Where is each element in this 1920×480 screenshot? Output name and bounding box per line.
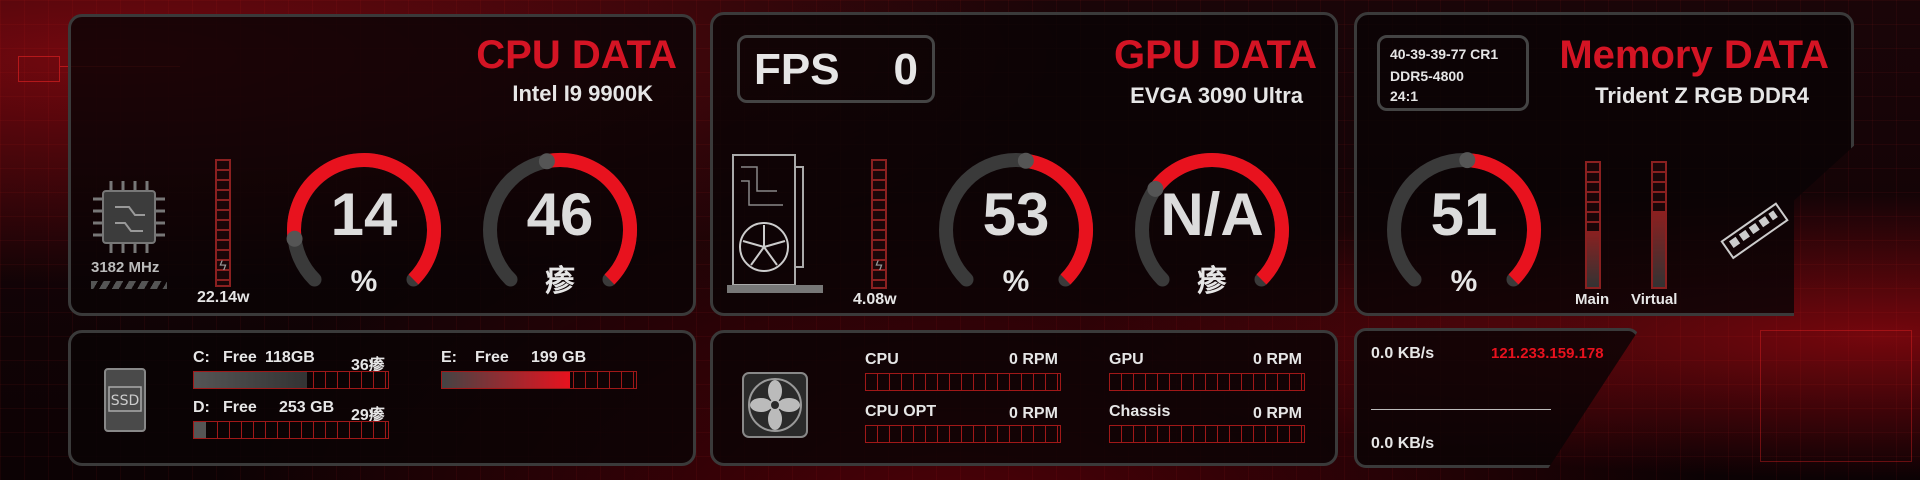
drive-d-usage-fill [194,422,206,438]
cpu-temp-gauge: 46 瘆 [475,145,645,315]
fan-gpu-bar [1109,373,1305,391]
memory-virtual-bar [1651,161,1667,289]
cpu-model: Intel I9 9900K [512,81,653,106]
fan-cpu-opt-bar [865,425,1061,443]
drive-e-usage-fill [442,372,571,388]
fan-panel: CPU 0 RPM CPU OPT 0 RPM GPU 0 RPM Chassi… [710,330,1338,466]
fan-icon [742,372,808,438]
memory-main-bar [1585,161,1601,289]
fan-chassis-label: Chassis [1109,403,1171,420]
drive-c-usage-bar [193,371,389,389]
ssd-icon: SSD [104,368,146,432]
gpu-model: EVGA 3090 Ultra [1130,83,1303,108]
cpu-load-value: 14 [330,181,398,248]
drive-e-free-label: Free [475,349,509,366]
network-download-speed: 0.0 KB/s [1371,435,1435,452]
gpu-power-bolt-icon: ϟ [875,257,883,273]
gpu-load-value: 53 [982,181,1050,248]
cpu-freq-stripes [91,281,167,289]
gpu-load-gauge: 53 % [931,145,1101,315]
cpu-frequency: 3182 MHz [91,259,160,276]
drive-e-label: E: [441,349,457,366]
cpu-panel: CPU DATA Intel I9 9900K 3182 MHz ϟ 22.14… [68,14,696,316]
drive-c-usage-fill [194,372,307,388]
cpu-panel-title: CPU DATA [476,33,677,77]
gpu-load-marker [1017,152,1034,169]
fan-cpu-label: CPU [865,351,899,368]
fan-chassis-bar [1109,425,1305,443]
memory-load-unit: % [1450,265,1478,298]
memory-panel-title: Memory DATA [1559,33,1829,77]
gpu-temp-value: N/A [1160,181,1264,248]
cpu-load-gauge: 14 % [279,145,449,315]
gpu-load-unit: % [1002,265,1030,298]
fps-value: 0 [893,45,918,94]
memory-speed: DDR5-4800 [1390,68,1464,84]
graphics-card-icon [727,154,823,293]
deco-frame-left [18,56,60,82]
gpu-panel-title: GPU DATA [1114,33,1317,77]
svg-text:SSD: SSD [111,393,140,409]
gpu-panel: FPS 0 GPU DATA EVGA 3090 Ultra ϟ 4.08w 5… [710,12,1338,316]
memory-ratio: 24:1 [1390,88,1419,104]
memory-timing-box: 40-39-39-77 CR1 DDR5-4800 24:1 [1377,35,1529,111]
fan-gpu-value: 0 RPM [1253,351,1302,368]
cpu-load-unit: % [350,265,378,298]
cpu-power-bolt-icon: ϟ [219,257,227,273]
network-graph-baseline [1371,409,1551,410]
drive-d-free: 253 GB [279,399,335,416]
storage-panel: SSD C: Free 118GB 36瘆 D: Free 253 GB 29瘆… [68,330,696,466]
drive-e-free: 199 GB [531,349,587,366]
drive-c-free: 118GB [265,349,315,366]
ram-stick-icon [1720,202,1789,260]
drive-d-label: D: [193,399,210,416]
memory-virtual-label: Virtual [1631,291,1678,308]
drive-c-free-label: Free [223,349,257,366]
cpu-temp-unit: 瘆 [545,265,575,298]
cpu-temp-marker [538,153,555,170]
fps-box: FPS 0 [737,35,935,103]
deco-frame-right [1760,330,1912,462]
drive-d-free-label: Free [223,399,257,416]
fps-label: FPS [754,45,840,94]
memory-load-marker [1459,152,1476,169]
cpu-temp-value: 46 [526,181,594,248]
network-upload-speed: 0.0 KB/s [1371,345,1435,362]
memory-load-gauge: 51 % [1379,145,1549,315]
gpu-temp-gauge: N/A 瘆 [1127,145,1297,315]
memory-model: Trident Z RGB DDR4 [1595,83,1809,108]
drive-c-label: C: [193,349,210,366]
memory-main-label: Main [1575,291,1610,308]
fan-cpu-bar [865,373,1061,391]
network-ip: 121.233.159.178 [1491,345,1604,362]
fan-cpu-value: 0 RPM [1009,351,1058,368]
cpu-power: 22.14w [197,289,250,306]
fan-gpu-label: GPU [1109,351,1144,368]
gpu-temp-unit: 瘆 [1197,265,1227,298]
drive-e-usage-bar [441,371,637,389]
fan-cpu-opt-value: 0 RPM [1009,405,1058,422]
memory-panel: 40-39-39-77 CR1 DDR5-4800 24:1 Memory DA… [1354,12,1854,316]
fan-cpu-opt-label: CPU OPT [865,403,937,420]
drive-d-usage-bar [193,421,389,439]
fan-chassis-value: 0 RPM [1253,405,1302,422]
memory-timing: 40-39-39-77 CR1 [1390,46,1499,62]
memory-load-value: 51 [1430,181,1498,248]
cpu-chip-icon [93,181,165,253]
gpu-power: 4.08w [853,291,897,308]
